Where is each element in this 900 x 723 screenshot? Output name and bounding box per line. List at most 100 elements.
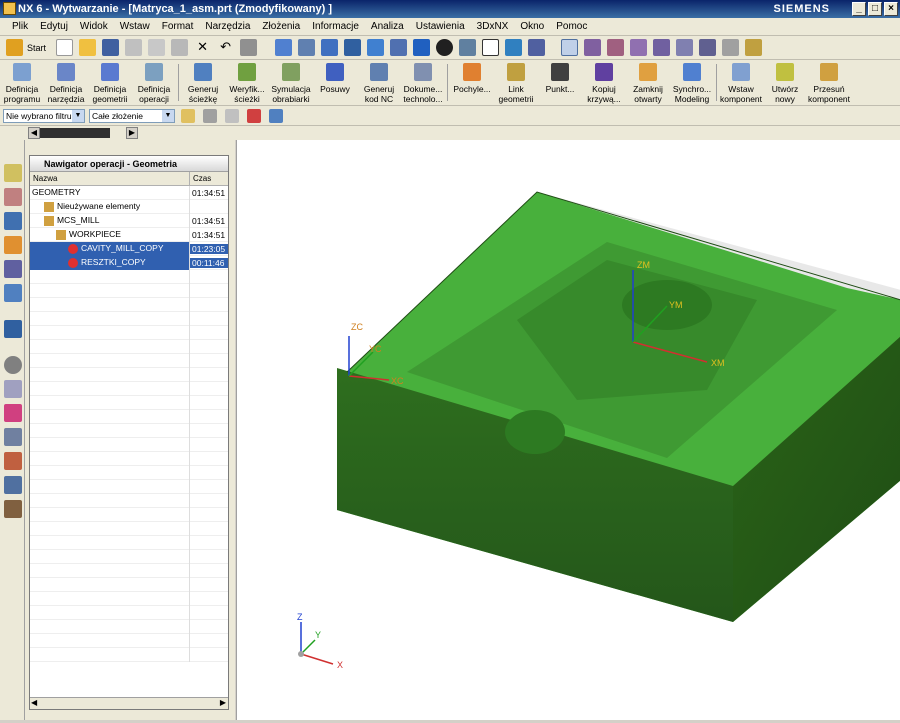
open-folder-icon[interactable] xyxy=(79,39,97,56)
render-style-icon[interactable] xyxy=(436,39,454,56)
toolbar-button[interactable]: Definicja operacji xyxy=(132,60,176,105)
undo-icon[interactable]: ↶ xyxy=(217,39,234,56)
work-layer-icon[interactable] xyxy=(505,39,523,56)
tree-row[interactable]: CAVITY_MILL_COPY 01:23:05 xyxy=(30,241,228,256)
web-browser-icon[interactable] xyxy=(4,320,22,338)
toolbar-button[interactable]: Zamknij otwarty xyxy=(626,60,670,105)
tools-icon[interactable] xyxy=(4,500,22,518)
toolbar-button[interactable]: Przesuń komponent xyxy=(807,60,851,105)
copy-icon[interactable] xyxy=(148,39,166,56)
menu-item[interactable]: 3DxNX xyxy=(471,21,515,32)
horizontal-scrollbar[interactable]: ◀ ▶ xyxy=(30,697,228,709)
tree-row[interactable]: GEOMETRY 01:34:51 xyxy=(30,185,228,200)
process-studio-icon[interactable] xyxy=(4,428,22,446)
system-materials-icon[interactable] xyxy=(4,380,22,398)
analysis-icon[interactable] xyxy=(745,39,763,56)
rotate-icon[interactable] xyxy=(367,39,385,56)
filter-dropdown[interactable]: Nie wybrano filtru ▼ xyxy=(3,108,85,123)
paste-icon[interactable] xyxy=(171,39,189,56)
box-select-icon[interactable] xyxy=(269,108,283,123)
background-icon[interactable] xyxy=(482,39,500,56)
command-finder-icon[interactable] xyxy=(240,39,258,56)
toolbar-button[interactable]: Generuj ścieżkę xyxy=(181,60,225,105)
minimize-button[interactable]: _ xyxy=(852,2,866,16)
lasso-icon[interactable] xyxy=(225,108,239,123)
toolbar-button[interactable]: Posuwy xyxy=(313,60,357,105)
pan-icon[interactable] xyxy=(344,39,362,56)
menu-item[interactable]: Informacje xyxy=(306,21,365,32)
column-time[interactable]: Czas xyxy=(190,172,228,185)
assembly-navigator-icon[interactable] xyxy=(4,164,22,182)
wcs-icon[interactable] xyxy=(528,39,546,56)
toolbar-button[interactable]: Dokume... technolo... xyxy=(401,60,445,105)
toolbar-button[interactable]: Wstaw komponent xyxy=(719,60,763,105)
deselect-icon[interactable] xyxy=(247,108,261,123)
snap-point-icon[interactable] xyxy=(607,39,625,56)
toolbar-button[interactable]: Pochyle... xyxy=(450,60,494,105)
select-all-icon[interactable] xyxy=(203,108,217,123)
zoom-icon[interactable] xyxy=(321,39,339,56)
snap-icon[interactable] xyxy=(584,39,602,56)
scope-dropdown[interactable]: Całe złożenie ▼ xyxy=(89,108,175,123)
maximize-button[interactable]: □ xyxy=(868,2,882,16)
start-button[interactable]: Start xyxy=(27,43,46,53)
measure-icon[interactable] xyxy=(722,39,740,56)
toolbar-button[interactable]: Kopiuj krzywą... xyxy=(582,60,626,105)
toolbar-button[interactable]: Link geometrii xyxy=(494,60,538,105)
menu-item[interactable]: Edytuj xyxy=(34,21,74,32)
menu-item[interactable]: Okno xyxy=(514,21,550,32)
snap-mid-icon[interactable] xyxy=(653,39,671,56)
toolbar-button[interactable]: Synchro... Modeling xyxy=(670,60,714,105)
operation-navigator-icon[interactable] xyxy=(4,212,22,230)
fit-view-icon[interactable] xyxy=(275,39,293,56)
constraint-navigator-icon[interactable] xyxy=(4,188,22,206)
chevron-left-icon[interactable]: ◀ xyxy=(31,698,37,707)
zoom-window-icon[interactable] xyxy=(298,39,316,56)
toolbar-button[interactable]: Weryfik... ścieżki xyxy=(225,60,269,105)
orient-view-icon[interactable] xyxy=(413,39,431,56)
menu-item[interactable]: Plik xyxy=(6,21,34,32)
menu-item[interactable]: Ustawienia xyxy=(410,21,471,32)
panel-scroll-thumb[interactable] xyxy=(40,128,110,138)
snap-filter-icon[interactable] xyxy=(181,108,195,123)
toolbar-button[interactable]: Punkt... xyxy=(538,60,582,105)
reuse-library-icon[interactable] xyxy=(4,284,22,302)
chevron-left-icon[interactable]: ◀ xyxy=(28,127,40,139)
menu-item[interactable]: Złożenia xyxy=(256,21,306,32)
close-button[interactable]: × xyxy=(884,2,898,16)
machine-navigator-icon[interactable] xyxy=(4,236,22,254)
cad-model-view[interactable]: ZC YC XC ZM YM XM Z Y X xyxy=(237,140,900,720)
toolbar-button[interactable]: Definicja geometrii xyxy=(88,60,132,105)
cut-icon[interactable] xyxy=(125,39,143,56)
select-icon[interactable] xyxy=(561,39,579,56)
toolbar-button[interactable]: Utwórz nowy xyxy=(763,60,807,105)
shade-icon[interactable] xyxy=(459,39,477,56)
chevron-right-icon[interactable]: ▶ xyxy=(126,127,138,139)
toolbar-button[interactable]: Symulacja obrabiarki xyxy=(269,60,313,105)
menu-item[interactable]: Wstaw xyxy=(114,21,156,32)
menu-item[interactable]: Narzędzia xyxy=(199,21,256,32)
menu-item[interactable]: Widok xyxy=(74,21,114,32)
delete-icon[interactable]: ✕ xyxy=(194,39,211,56)
history-icon[interactable] xyxy=(4,356,22,374)
menu-item[interactable]: Analiza xyxy=(365,21,410,32)
save-icon[interactable] xyxy=(102,39,120,56)
roles-icon[interactable] xyxy=(4,452,22,470)
tree-row[interactable]: MCS_MILL 01:34:51 xyxy=(30,213,228,228)
snap-tangent-icon[interactable] xyxy=(699,39,717,56)
tree-row[interactable]: Nieużywane elementy xyxy=(30,199,228,214)
tree-row[interactable]: RESZTKI_COPY 00:11:46 xyxy=(30,255,228,270)
menu-item[interactable]: Pomoc xyxy=(550,21,593,32)
graphics-viewport[interactable]: ZC YC XC ZM YM XM Z Y X xyxy=(236,140,900,720)
toolbar-button[interactable]: Generuj kod NC xyxy=(357,60,401,105)
feature-navigator-icon[interactable] xyxy=(4,260,22,278)
chevron-right-icon[interactable]: ▶ xyxy=(220,698,226,707)
column-name[interactable]: Nazwa xyxy=(30,172,190,185)
new-file-icon[interactable] xyxy=(56,39,74,56)
visualization-icon[interactable] xyxy=(4,476,22,494)
snap-end-icon[interactable] xyxy=(630,39,648,56)
palette-icon[interactable] xyxy=(4,404,22,422)
toolbar-button[interactable]: Definicja programu xyxy=(0,60,44,105)
menu-item[interactable]: Format xyxy=(156,21,200,32)
perspective-icon[interactable] xyxy=(390,39,408,56)
